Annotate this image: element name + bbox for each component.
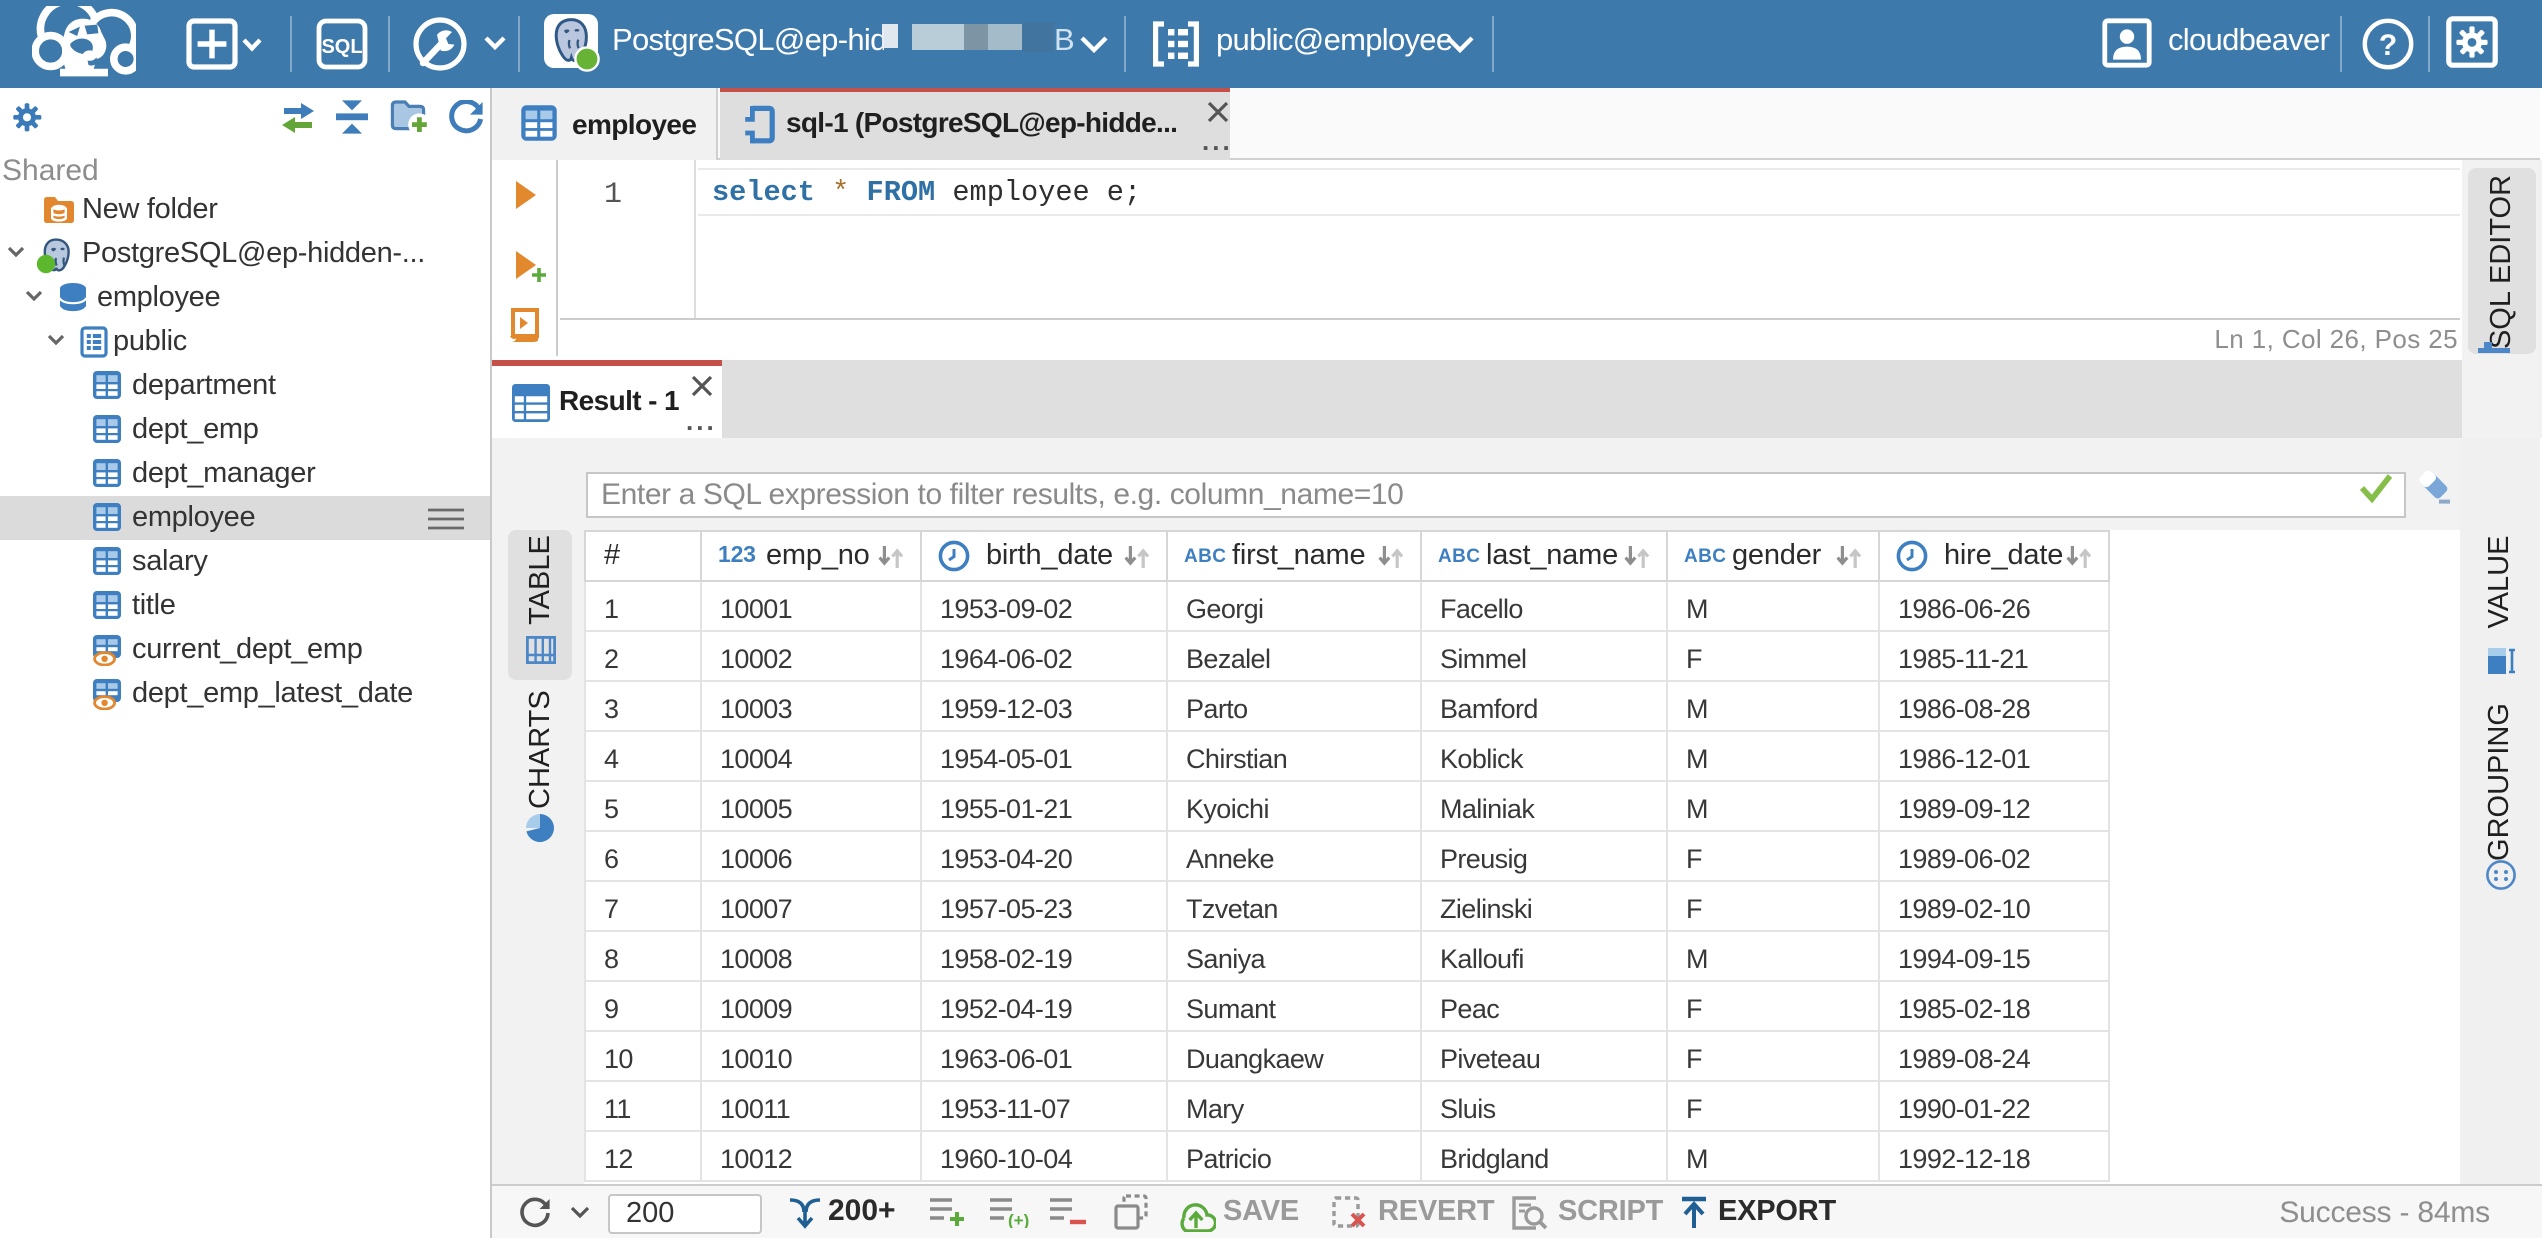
svg-text:?: ? bbox=[2379, 29, 2397, 62]
svg-text:(+): (+) bbox=[1008, 1211, 1029, 1228]
svg-text:SQL: SQL bbox=[321, 36, 362, 58]
